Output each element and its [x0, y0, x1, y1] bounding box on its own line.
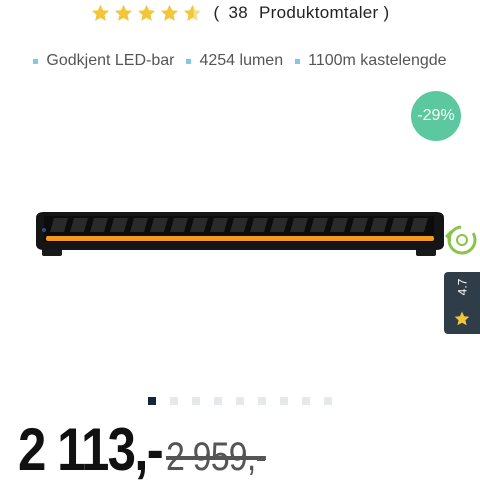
badge-score: 4.7: [455, 278, 469, 296]
feature-item: 1100m kastelengde: [295, 52, 447, 70]
current-price: 2 113,-: [18, 416, 164, 483]
feature-list: Godkjent LED-bar 4254 lumen 1100m kastel…: [0, 52, 480, 70]
star-icon: [161, 4, 179, 21]
star-half-icon: [184, 4, 202, 21]
review-count-link[interactable]: ( 38 Produktomtaler ): [213, 3, 389, 23]
gallery-dot[interactable]: [170, 397, 178, 405]
gallery-dot[interactable]: [302, 397, 310, 405]
gallery-dot[interactable]: [148, 397, 156, 405]
original-price: 2 959,-: [165, 435, 267, 479]
rating-row[interactable]: ( 38 Produktomtaler ): [0, 0, 480, 26]
star-icon: [454, 311, 470, 326]
review-count: 38: [228, 3, 248, 22]
side-rating-badge[interactable]: 4.7: [444, 272, 480, 334]
gallery-dot[interactable]: [324, 397, 332, 405]
gallery-dots: [148, 397, 332, 405]
close-paren: ): [383, 3, 390, 22]
discount-badge: -29%: [411, 91, 461, 141]
review-label: Produktomtaler: [259, 3, 379, 22]
rotate-360-icon[interactable]: [436, 218, 480, 262]
gallery-dot[interactable]: [192, 397, 200, 405]
rating-stars: [90, 3, 203, 24]
product-image-led-bar[interactable]: [30, 200, 450, 270]
gallery-dot[interactable]: [280, 397, 288, 405]
feature-item: Godkjent LED-bar: [33, 52, 174, 70]
open-paren: (: [213, 3, 220, 22]
star-icon: [138, 4, 156, 21]
feature-label: Godkjent LED-bar: [46, 52, 175, 69]
bullet-icon: [186, 58, 192, 64]
feature-label: 1100m kastelengde: [308, 52, 447, 69]
feature-item: 4254 lumen: [186, 52, 283, 70]
gallery-dot[interactable]: [236, 397, 244, 405]
feature-label: 4254 lumen: [199, 52, 284, 69]
star-icon: [115, 4, 133, 21]
gallery-dot[interactable]: [214, 397, 222, 405]
star-icon: [92, 4, 110, 21]
bullet-icon: [33, 58, 39, 64]
bullet-icon: [295, 58, 301, 64]
price-row: 2 113,- 2 959,-: [18, 420, 283, 480]
gallery-dot[interactable]: [258, 397, 266, 405]
